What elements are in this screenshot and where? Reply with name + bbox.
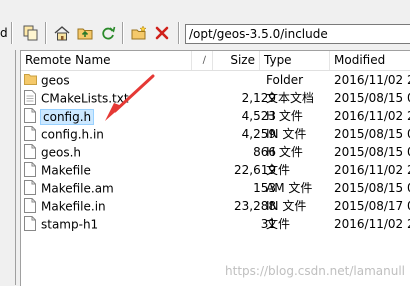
file-modified: 2015/08/15 0 (334, 181, 410, 195)
remote-path-input[interactable]: /opt/geos-3.5.0/include (185, 24, 410, 44)
file-name: Makefile.in (41, 199, 106, 214)
text-file-icon (24, 90, 37, 105)
file-name-cell: Makefile (24, 161, 224, 179)
sort-toggle[interactable]: ∕ (192, 51, 213, 70)
file-row[interactable]: geos Folder 2016/11/02 2 (21, 71, 410, 89)
toolbar-separator (45, 22, 46, 44)
parent-folder-icon[interactable] (76, 24, 94, 42)
file-icon (24, 162, 37, 177)
column-header-size-label: Size (230, 53, 255, 67)
file-row[interactable]: stamp-h1 31 文件 2016/11/02 2 (21, 215, 410, 233)
file-name: config.h.in (41, 127, 104, 142)
file-name-cell: CMakeLists.txt (24, 89, 224, 107)
file-name: config.h (39, 108, 95, 125)
file-modified: 2016/11/02 2 (334, 73, 410, 87)
file-type: 文件 (266, 163, 291, 177)
file-row[interactable]: Makefile 22,619 文件 2016/11/02 2 (21, 161, 410, 179)
toolbar-separator (122, 22, 123, 44)
remote-file-list: Remote Name ∕ Size Type Modified geos Fol… (20, 50, 410, 286)
file-icon (24, 180, 37, 195)
file-modified: 2015/08/15 0 (334, 145, 410, 159)
file-name-cell: config.h.in (24, 125, 224, 143)
file-name-cell: geos (24, 71, 224, 89)
column-header-size[interactable]: Size (213, 51, 260, 70)
column-header-type-label: Type (264, 53, 292, 67)
file-icon (24, 144, 37, 159)
sort-chevron-icon: ∕ (202, 55, 206, 66)
left-pane-edge (0, 50, 16, 285)
copy-icon[interactable] (22, 24, 40, 42)
file-name: Makefile.am (41, 181, 114, 196)
column-header-name[interactable]: Remote Name (21, 51, 192, 70)
file-name: CMakeLists.txt (41, 91, 129, 106)
file-row[interactable]: config.h.in 4,259 IN 文件 2015/08/15 0 (21, 125, 410, 143)
file-name-cell: Makefile.in (24, 197, 224, 215)
file-row[interactable]: Makefile.am 153 AM 文件 2015/08/15 0 (21, 179, 410, 197)
file-modified: 2016/11/02 2 (334, 163, 410, 177)
file-modified: 2015/08/15 0 (334, 127, 410, 141)
file-row[interactable]: CMakeLists.txt 2,129 文本文档 2015/08/15 0 (21, 89, 410, 107)
file-type: H 文件 (266, 109, 303, 123)
column-header-type[interactable]: Type (260, 51, 330, 70)
file-row[interactable]: Makefile.in 23,288 IN 文件 2015/08/17 0 (21, 197, 410, 215)
home-icon[interactable] (53, 24, 71, 42)
file-modified: 2015/08/15 0 (334, 91, 410, 105)
new-folder-icon[interactable] (130, 24, 148, 42)
file-name-cell: geos.h (24, 143, 224, 161)
file-type: H 文件 (266, 145, 303, 159)
file-modified: 2016/11/02 2 (334, 217, 410, 231)
column-header-modified[interactable]: Modified (330, 51, 410, 70)
file-icon (24, 216, 37, 231)
file-type: IN 文件 (266, 199, 307, 213)
file-row[interactable]: config.h 4,523 H 文件 2016/11/02 2 (21, 107, 410, 125)
file-icon (24, 198, 37, 213)
file-name: stamp-h1 (41, 217, 99, 232)
column-header-modified-label: Modified (334, 53, 386, 67)
file-type: Folder (266, 73, 304, 87)
file-modified: 2016/11/02 2 (334, 109, 410, 123)
refresh-icon[interactable] (99, 24, 117, 42)
toolbar-separator (11, 22, 12, 44)
file-name: geos (41, 73, 70, 88)
toolbar-separator (178, 22, 179, 44)
file-modified: 2015/08/17 0 (334, 199, 410, 213)
file-type: IN 文件 (266, 127, 307, 141)
file-icon (24, 126, 37, 141)
file-name: geos.h (41, 145, 82, 160)
file-name: Makefile (41, 163, 91, 178)
column-header-name-label: Remote Name (25, 53, 111, 67)
file-type: 文件 (266, 217, 291, 231)
toolbar: d /opt/geos-3.5.0/include (0, 0, 410, 48)
file-name-cell: Makefile.am (24, 179, 224, 197)
toolbar-fragment: d (0, 26, 8, 40)
delete-icon[interactable] (153, 24, 171, 42)
file-name-cell: stamp-h1 (24, 215, 224, 233)
file-icon (24, 108, 37, 123)
folder-icon (24, 72, 37, 87)
file-row[interactable]: geos.h 866 H 文件 2015/08/15 0 (21, 143, 410, 161)
file-type: 文本文档 (266, 91, 315, 105)
file-name-cell: config.h (24, 107, 224, 125)
watermark: https://blog.csdn.net/lamanull (225, 264, 405, 278)
column-header-row: Remote Name ∕ Size Type Modified (21, 51, 410, 71)
file-type: AM 文件 (266, 181, 313, 195)
